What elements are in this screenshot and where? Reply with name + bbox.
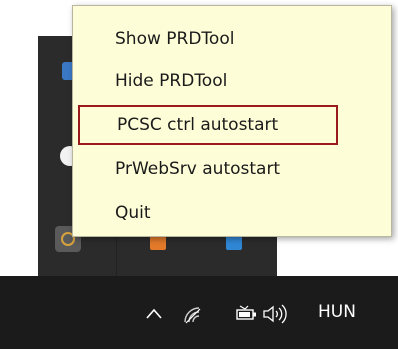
menu-item-hide-prdtool[interactable]: Hide PRDTool (77, 61, 387, 101)
wifi-icon[interactable] (181, 303, 205, 325)
menu-item-pcsc-ctrl-autostart[interactable]: PCSC ctrl autostart (78, 105, 338, 145)
context-menu: Show PRDTool Hide PRDTool PCSC ctrl auto… (72, 5, 392, 237)
volume-icon[interactable] (262, 303, 290, 325)
menu-item-show-prdtool[interactable]: Show PRDTool (77, 19, 387, 59)
menu-item-quit[interactable]: Quit (77, 193, 387, 233)
chevron-up-icon[interactable] (145, 303, 163, 325)
battery-icon[interactable] (236, 303, 258, 325)
input-language-indicator[interactable]: HUN (318, 301, 356, 323)
menu-item-prwebsrv-autostart[interactable]: PrWebSrv autostart (77, 149, 387, 189)
taskbar: HUN (0, 276, 398, 349)
